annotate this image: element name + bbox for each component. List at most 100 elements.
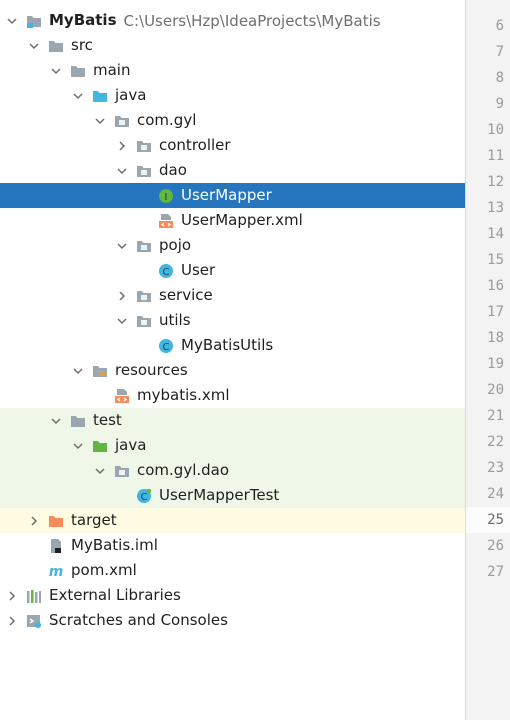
- line-number: 7: [495, 44, 504, 60]
- line-number: 10: [487, 122, 504, 138]
- tree-node-user[interactable]: C User: [0, 258, 465, 283]
- tree-toggle[interactable]: [6, 590, 18, 602]
- tree-toggle[interactable]: [72, 440, 84, 452]
- tree-node-usermapper-xml[interactable]: UserMapper.xml: [0, 208, 465, 233]
- tree-node-src[interactable]: src: [0, 33, 465, 58]
- chevron-right-icon[interactable]: [6, 615, 18, 627]
- tree-node-label: resources: [115, 361, 188, 379]
- tree-node-label: java: [115, 86, 147, 104]
- line-number: 17: [487, 304, 504, 320]
- tree-node-mybatis-xml[interactable]: mybatis.xml: [0, 383, 465, 408]
- tree-node-label: UserMapper: [181, 186, 272, 204]
- resources-root-folder-icon: [92, 363, 108, 379]
- line-number: 24: [487, 486, 504, 502]
- tree-toggle[interactable]: [116, 315, 128, 327]
- tree-toggle[interactable]: [72, 365, 84, 377]
- svg-text:C: C: [163, 342, 170, 353]
- line-number: 8: [495, 70, 504, 86]
- tree-toggle[interactable]: [94, 115, 106, 127]
- tree-node-com-gyl-dao[interactable]: com.gyl.dao: [0, 458, 465, 483]
- tree-node-java[interactable]: java: [0, 433, 465, 458]
- tree-node-label: com.gyl: [137, 111, 197, 129]
- tree-node-controller[interactable]: controller: [0, 133, 465, 158]
- tree-node-com-gyl[interactable]: com.gyl: [0, 108, 465, 133]
- xml-file-icon: [114, 388, 130, 404]
- interface-icon: I: [158, 188, 174, 204]
- tree-toggle[interactable]: [116, 140, 128, 152]
- tree-node-label: test: [93, 411, 122, 429]
- tree-toggle[interactable]: [116, 290, 128, 302]
- line-number: 18: [487, 330, 504, 346]
- tree-node-utils[interactable]: utils: [0, 308, 465, 333]
- tree-toggle[interactable]: [6, 15, 18, 27]
- tree-node-pojo[interactable]: pojo: [0, 233, 465, 258]
- chevron-right-icon[interactable]: [116, 290, 128, 302]
- tree-node-label: controller: [159, 136, 231, 154]
- tree-toggle[interactable]: [116, 240, 128, 252]
- line-number: 6: [495, 18, 504, 34]
- tree-node-java[interactable]: java: [0, 83, 465, 108]
- chevron-down-icon[interactable]: [72, 440, 84, 452]
- line-number: 19: [487, 356, 504, 372]
- chevron-down-icon[interactable]: [6, 15, 18, 27]
- svg-text:C: C: [141, 492, 148, 503]
- folder-icon: [70, 63, 86, 79]
- module-folder-icon: [26, 13, 42, 29]
- chevron-right-icon[interactable]: [116, 140, 128, 152]
- chevron-down-icon[interactable]: [50, 415, 62, 427]
- package-icon: [136, 138, 152, 154]
- tree-toggle[interactable]: [50, 415, 62, 427]
- chevron-down-icon[interactable]: [116, 315, 128, 327]
- package-icon: [136, 313, 152, 329]
- line-number: 11: [487, 148, 504, 164]
- tree-toggle[interactable]: [28, 515, 40, 527]
- maven-icon: m: [48, 563, 64, 579]
- tree-node-service[interactable]: service: [0, 283, 465, 308]
- line-number: 9: [495, 96, 504, 112]
- scratches-icon: [26, 613, 42, 629]
- tree-toggle[interactable]: [6, 615, 18, 627]
- tree-toggle: [28, 540, 40, 552]
- package-icon: [136, 163, 152, 179]
- tree-node-pom-xml[interactable]: m pom.xml: [0, 558, 465, 583]
- chevron-down-icon[interactable]: [72, 90, 84, 102]
- chevron-right-icon[interactable]: [6, 590, 18, 602]
- tree-node-main[interactable]: main: [0, 58, 465, 83]
- tree-node-dao[interactable]: dao: [0, 158, 465, 183]
- tree-node-mybatis[interactable]: MyBatis C:\Users\Hzp\IdeaProjects\MyBatis: [0, 8, 465, 33]
- tree-node-scratches-and-consoles[interactable]: Scratches and Consoles: [0, 608, 465, 633]
- project-tree[interactable]: MyBatis C:\Users\Hzp\IdeaProjects\MyBatis…: [0, 0, 465, 720]
- chevron-down-icon[interactable]: [50, 65, 62, 77]
- chevron-right-icon[interactable]: [28, 515, 40, 527]
- tree-node-label: mybatis.xml: [137, 386, 230, 404]
- tree-node-external-libraries[interactable]: External Libraries: [0, 583, 465, 608]
- tree-toggle[interactable]: [116, 165, 128, 177]
- tree-node-target[interactable]: target: [0, 508, 465, 533]
- chevron-down-icon[interactable]: [72, 365, 84, 377]
- tree-node-resources[interactable]: resources: [0, 358, 465, 383]
- line-number: 22: [487, 434, 504, 450]
- tree-node-test[interactable]: test: [0, 408, 465, 433]
- tree-node-usermapper[interactable]: I UserMapper: [0, 183, 465, 208]
- source-root-folder-icon: [92, 88, 108, 104]
- tree-node-label: src: [71, 36, 93, 54]
- tree-toggle[interactable]: [28, 40, 40, 52]
- iml-file-icon: [48, 538, 64, 554]
- package-icon: [114, 113, 130, 129]
- chevron-down-icon[interactable]: [94, 465, 106, 477]
- tree-node-mybatis-iml[interactable]: MyBatis.iml: [0, 533, 465, 558]
- tree-toggle[interactable]: [50, 65, 62, 77]
- tree-node-label: pom.xml: [71, 561, 137, 579]
- tree-toggle[interactable]: [72, 90, 84, 102]
- chevron-down-icon[interactable]: [28, 40, 40, 52]
- chevron-down-icon[interactable]: [116, 240, 128, 252]
- tree-node-mybatisutils[interactable]: C MyBatisUtils: [0, 333, 465, 358]
- tree-node-label: External Libraries: [49, 586, 181, 604]
- chevron-down-icon[interactable]: [94, 115, 106, 127]
- tree-node-usermappertest[interactable]: C UserMapperTest: [0, 483, 465, 508]
- chevron-down-icon[interactable]: [116, 165, 128, 177]
- tree-toggle: [28, 565, 40, 577]
- tree-node-label: com.gyl.dao: [137, 461, 230, 479]
- tree-toggle: [116, 490, 128, 502]
- tree-toggle[interactable]: [94, 465, 106, 477]
